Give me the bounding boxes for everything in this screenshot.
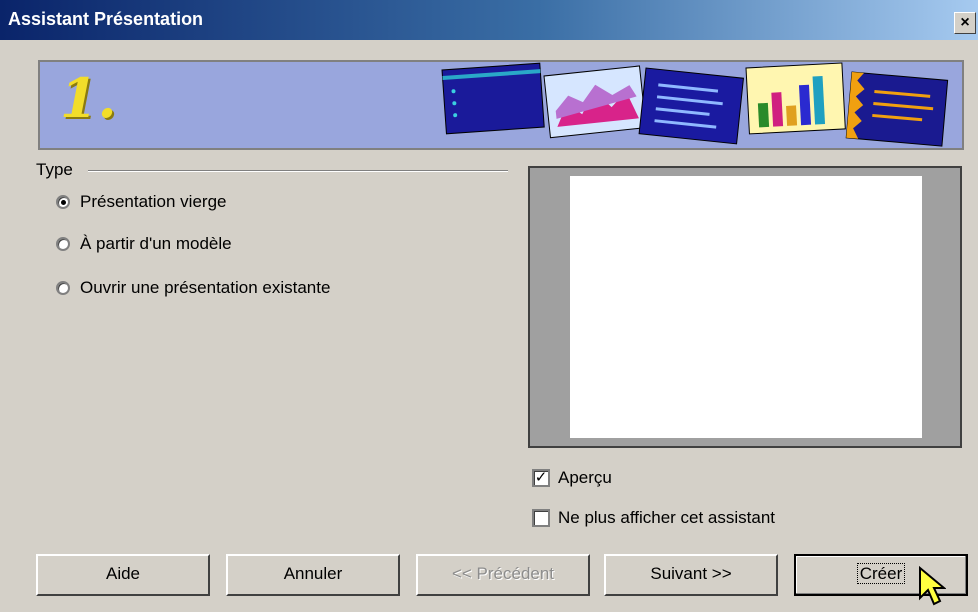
close-icon: ×: [960, 14, 970, 31]
checkbox-unchecked[interactable]: [532, 509, 550, 527]
mouse-pointer-icon: [919, 566, 946, 606]
radio-label: À partir d'un modèle: [80, 234, 232, 253]
create-button-label: Créer: [856, 563, 906, 584]
radio-blank-presentation[interactable]: Présentation vierge: [56, 190, 226, 214]
radio-label: Présentation vierge: [80, 192, 227, 211]
radio-from-template[interactable]: À partir d'un modèle: [56, 232, 232, 256]
window-title: Assistant Présentation: [8, 9, 204, 29]
checkbox-preview[interactable]: ✓ Aperçu: [532, 466, 612, 490]
step-number: 1.: [60, 66, 117, 130]
help-button[interactable]: Aide: [36, 554, 210, 596]
header-banner: 1.: [38, 60, 964, 150]
type-group-divider: [88, 170, 508, 172]
radio-button-checked[interactable]: [56, 195, 70, 209]
type-group-label: Type: [36, 160, 77, 180]
checkbox-checked[interactable]: ✓: [532, 469, 550, 487]
preview-pane: [528, 166, 962, 448]
help-button-label: Aide: [105, 564, 141, 583]
next-button[interactable]: Suivant >>: [604, 554, 778, 596]
previous-button-label: << Précédent: [451, 564, 555, 583]
slide-thumbnails-illustration: [441, 62, 949, 147]
title-bar: Assistant Présentation ×: [0, 0, 978, 40]
radio-button[interactable]: [56, 237, 70, 251]
preview-slide: [570, 176, 922, 438]
radio-label: Ouvrir une présentation existante: [80, 278, 331, 297]
radio-button[interactable]: [56, 281, 70, 295]
checkbox-label: Aperçu: [558, 468, 612, 487]
previous-button[interactable]: << Précédent: [416, 554, 590, 596]
cancel-button[interactable]: Annuler: [226, 554, 400, 596]
radio-open-existing[interactable]: Ouvrir une présentation existante: [56, 276, 330, 300]
checkbox-label: Ne plus afficher cet assistant: [558, 508, 776, 527]
checkbox-no-show-again[interactable]: Ne plus afficher cet assistant: [532, 506, 775, 530]
cancel-button-label: Annuler: [283, 564, 343, 583]
close-button[interactable]: ×: [954, 12, 976, 34]
next-button-label: Suivant >>: [650, 564, 732, 583]
